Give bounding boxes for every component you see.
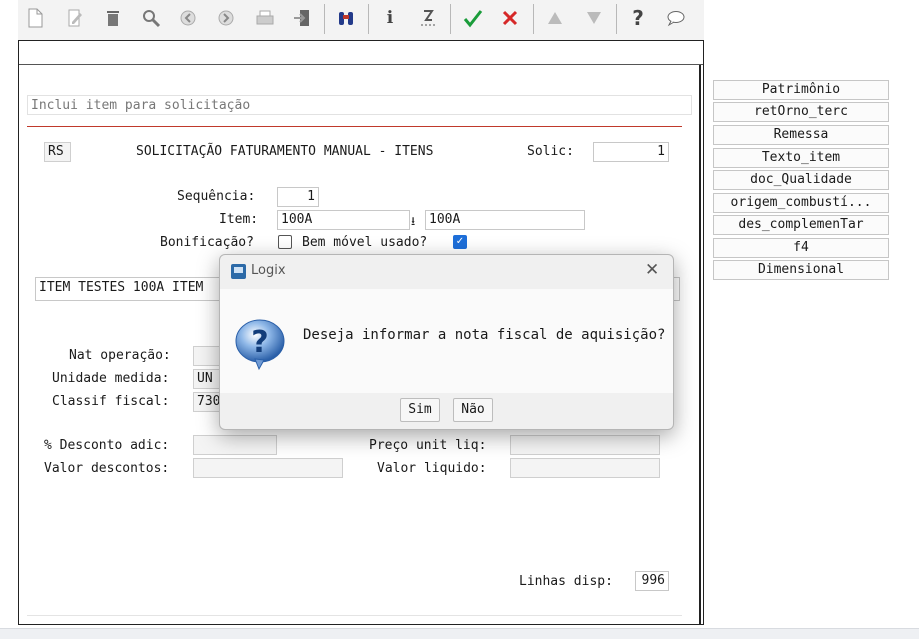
preco-label: Preço unit liq: [369,438,487,453]
texto-item-button[interactable]: Texto_item [713,148,889,168]
valor-liquido-field[interactable] [510,458,660,478]
edit-icon[interactable] [63,6,87,30]
bem-movel-checkbox[interactable]: ✓ [453,235,467,249]
comment-icon[interactable] [664,6,688,30]
toolbar-separator [616,4,617,34]
divider-line [27,126,682,127]
info-icon[interactable]: ℹ [378,6,402,30]
hint-field[interactable]: Inclui item para solicitação [27,95,692,115]
desconto-label: % Desconto adic: [44,438,170,453]
patrimonio-button[interactable]: Patrimônio [713,80,889,100]
yes-button[interactable]: Sim [400,398,440,422]
unidade-label: Unidade medida: [52,371,170,386]
f4-button[interactable]: f4 [713,238,889,258]
valor-descontos-label: Valor descontos: [44,461,170,476]
linhas-label: Linhas disp: [519,574,613,589]
frame-header [19,41,703,65]
item-code-field[interactable]: 100A [277,210,410,230]
des-complementar-button[interactable]: des_complemenTar [713,215,889,235]
doc-qualidade-button[interactable]: doc_Qualidade [713,170,889,190]
solic-field[interactable]: 1 [593,142,669,162]
dialog-message: Deseja informar a nota fiscal de aquisiç… [303,327,666,343]
classif-label: Classif fiscal: [52,394,170,409]
sequencia-field[interactable]: 1 [277,187,319,207]
bonificacao-label: Bonificação? [160,235,254,250]
linhas-field: 996 [635,571,669,591]
state-code-field[interactable]: RS [44,142,71,162]
search-icon[interactable] [139,6,163,30]
page-title: SOLICITAÇÃO FATURAMENTO MANUAL - ITENS [136,144,434,159]
cancel-x-icon[interactable] [498,6,522,30]
next-icon[interactable] [214,6,238,30]
svg-text:?: ? [251,325,268,360]
bottom-divider [27,615,682,616]
confirm-dialog: Logix ✕ ? Deseja informar a nota fiscal … [219,254,674,430]
toolbar-separator [450,4,451,34]
exit-icon[interactable] [290,6,314,30]
question-icon: ? [233,317,285,371]
toolbar-separator [368,4,369,34]
valor-liquido-label: Valor liquido: [377,461,487,476]
nat-operacao-label: Nat operação: [69,348,171,363]
sort-icon[interactable] [416,6,440,30]
confirm-check-icon[interactable] [461,6,485,30]
delete-trash-icon[interactable] [101,6,125,30]
origem-combustivel-button[interactable]: origem_combustí... [713,193,889,213]
bem-movel-label: Bem móvel usado? [302,235,428,250]
dimensional-button[interactable]: Dimensional [713,260,889,280]
item-label: Item: [219,212,259,227]
preco-field[interactable] [510,435,660,455]
desconto-field[interactable] [193,435,277,455]
solic-label: Solic: [527,144,574,159]
toolbar-separator [533,4,534,34]
sequencia-label: Sequência: [177,189,256,204]
dialog-title: Logix [251,263,286,278]
item-code-2-field[interactable]: 100A [425,210,585,230]
download-arrow-icon[interactable]: ⭳ [411,212,415,233]
retorno-terc-button[interactable]: retOrno_terc [713,102,889,122]
print-icon[interactable] [253,6,277,30]
toolbar-separator [324,4,325,34]
help-icon[interactable]: ? [626,6,650,30]
bonificacao-checkbox[interactable] [278,235,292,249]
logix-app-icon [231,264,246,279]
toolbar: ℹ ? [18,0,704,41]
previous-icon[interactable] [176,6,200,30]
close-icon[interactable]: ✕ [645,260,659,280]
valor-descontos-field[interactable] [193,458,343,478]
remessa-button[interactable]: Remessa [713,125,889,145]
no-button[interactable]: Não [453,398,493,422]
first-record-icon[interactable] [543,6,567,30]
binoculars-icon[interactable] [334,6,358,30]
new-document-icon[interactable] [23,6,47,30]
last-record-icon[interactable] [582,6,606,30]
status-bar [0,628,919,639]
